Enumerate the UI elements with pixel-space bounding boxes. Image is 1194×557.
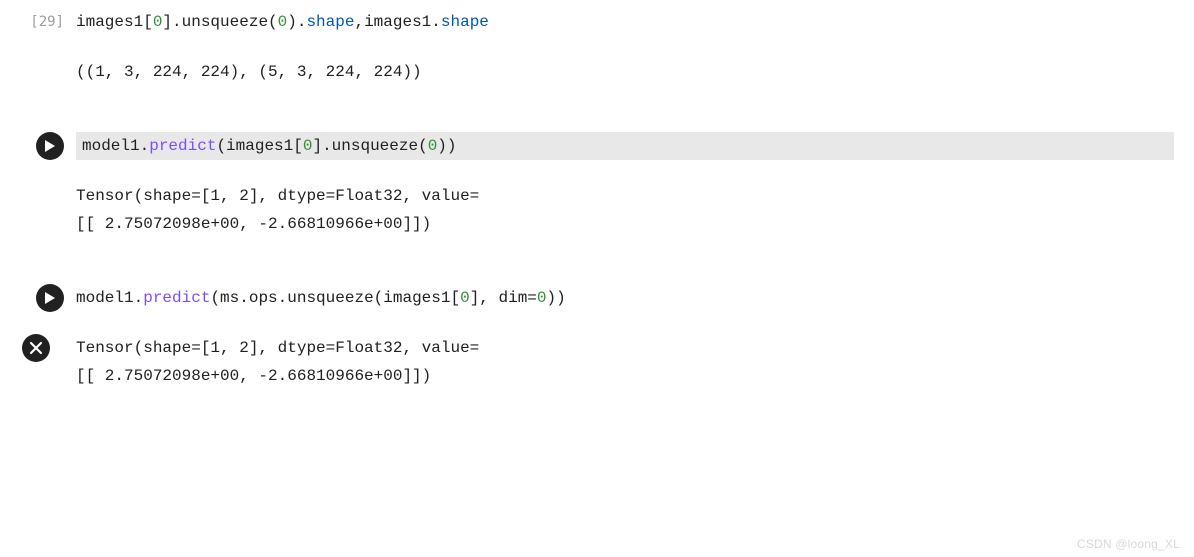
close-icon xyxy=(29,341,43,355)
cell-main: images1[0].unsqueeze(0).shape,images1.sh… xyxy=(76,8,1194,86)
cell-main: model1.predict(images1[0].unsqueeze(0)) … xyxy=(76,132,1194,238)
watermark: CSDN @loong_XL xyxy=(1077,537,1180,551)
cell-gutter xyxy=(0,334,76,362)
cell-output: Tensor(shape=[1, 2], dtype=Float32, valu… xyxy=(76,334,1194,390)
error-indicator[interactable] xyxy=(22,334,50,362)
cell-gutter xyxy=(0,284,76,312)
play-icon xyxy=(44,291,56,305)
code-input[interactable]: images1[0].unsqueeze(0).shape,images1.sh… xyxy=(76,8,1174,36)
output-line: Tensor(shape=[1, 2], dtype=Float32, valu… xyxy=(76,182,1174,210)
output-line: [[ 2.75072098e+00, -2.66810966e+00]]) xyxy=(76,210,1174,238)
code-cell[interactable]: model1.predict(ms.ops.unsqueeze(images1[… xyxy=(0,276,1194,320)
cell-gutter: [29] xyxy=(0,8,76,36)
cell-gutter xyxy=(0,132,76,160)
run-button[interactable] xyxy=(36,284,64,312)
cell-main: model1.predict(ms.ops.unsqueeze(images1[… xyxy=(76,284,1194,312)
code-input[interactable]: model1.predict(ms.ops.unsqueeze(images1[… xyxy=(76,284,1174,312)
output-line: Tensor(shape=[1, 2], dtype=Float32, valu… xyxy=(76,334,1174,362)
output-line: [[ 2.75072098e+00, -2.66810966e+00]]) xyxy=(76,362,1174,390)
output-line: ((1, 3, 224, 224), (5, 3, 224, 224)) xyxy=(76,58,1174,86)
code-input[interactable]: model1.predict(images1[0].unsqueeze(0)) xyxy=(82,132,1168,160)
cell-output: ((1, 3, 224, 224), (5, 3, 224, 224)) xyxy=(76,58,1174,86)
code-cell[interactable]: model1.predict(images1[0].unsqueeze(0)) … xyxy=(0,124,1194,246)
cell-output: Tensor(shape=[1, 2], dtype=Float32, valu… xyxy=(76,182,1174,238)
run-button[interactable] xyxy=(36,132,64,160)
code-cell[interactable]: [29] images1[0].unsqueeze(0).shape,image… xyxy=(0,0,1194,94)
execution-count: [29] xyxy=(30,14,64,30)
play-icon xyxy=(44,139,56,153)
